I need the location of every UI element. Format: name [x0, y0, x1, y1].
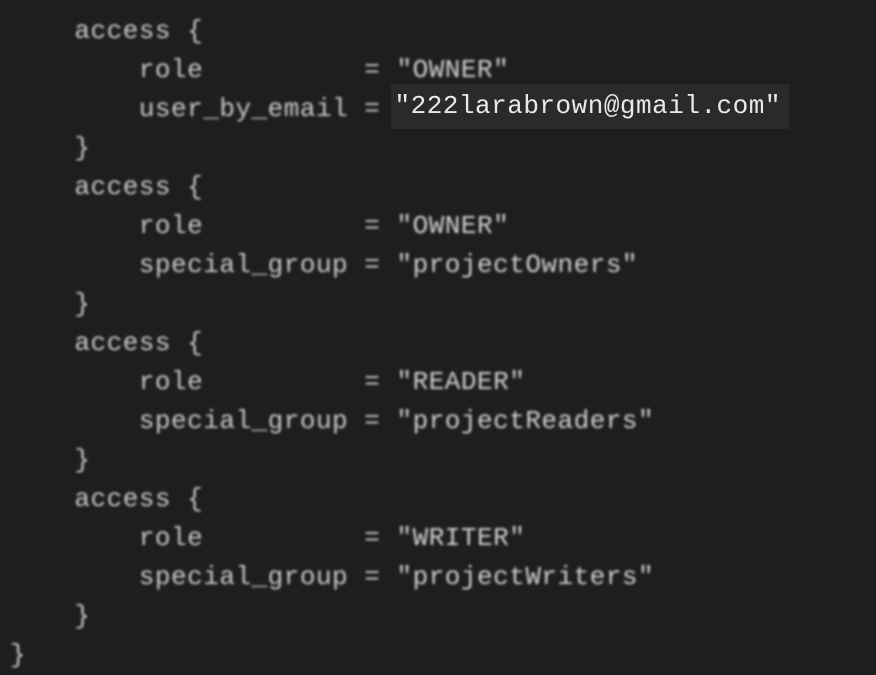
highlighted-email-value: "222larabrown@gmail.com": [391, 84, 789, 129]
code-block: access { role = "OWNER" user_by_email = …: [10, 12, 876, 675]
